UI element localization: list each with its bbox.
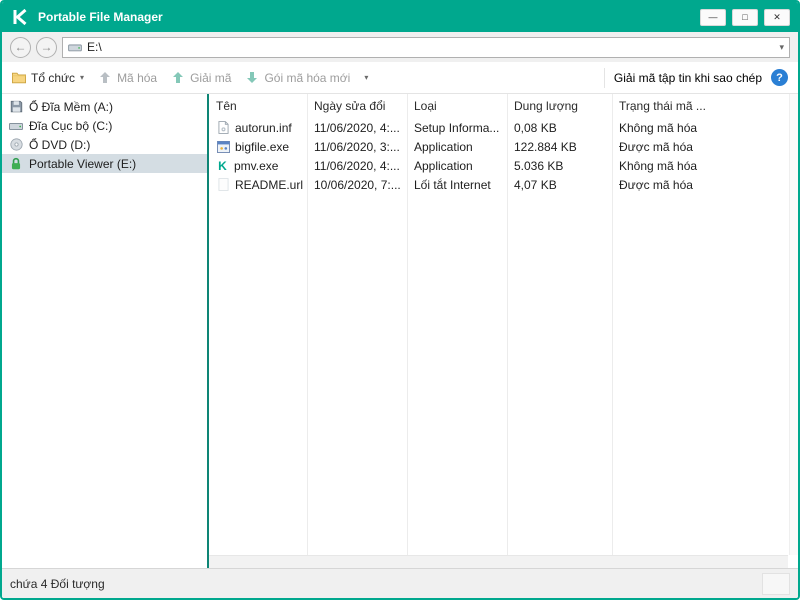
lock-icon (9, 157, 23, 170)
column-header-type[interactable]: Loại (407, 99, 507, 113)
content-area: Ổ Đĩa Mềm (A:) Đĩa Cục bộ (C:) Ổ DVD (D:… (2, 94, 798, 568)
file-type: Application (414, 139, 473, 154)
sidebar-item-floppy-a[interactable]: Ổ Đĩa Mềm (A:) (2, 97, 207, 116)
file-list: Tên Ngày sửa đổi Loại Dung lượng Trạng t… (209, 94, 798, 568)
new-package-label: Gói mã hóa mới (264, 70, 351, 85)
sidebar-item-label: Portable Viewer (E:) (29, 156, 137, 171)
column-separator (507, 94, 508, 555)
url-file-icon (216, 178, 230, 191)
toolbar-more-dropdown[interactable]: ▾ (364, 73, 368, 82)
file-name: pmv.exe (234, 158, 279, 173)
encrypt-button[interactable]: Mã hóa (98, 71, 157, 85)
drive-tree: Ổ Đĩa Mềm (A:) Đĩa Cục bộ (C:) Ổ DVD (D:… (2, 94, 207, 568)
title-bar[interactable]: Portable File Manager — □ ✕ (2, 2, 798, 32)
column-header-name[interactable]: Tên (209, 99, 307, 113)
address-dropdown-icon[interactable]: ▾ (779, 42, 784, 53)
application-file-icon (216, 140, 230, 153)
file-name: autorun.inf (235, 120, 292, 135)
new-package-arrow-icon (245, 71, 259, 84)
new-package-button[interactable]: Gói mã hóa mới (245, 71, 350, 85)
inf-file-icon (216, 121, 230, 134)
status-text: chứa 4 Đối tượng (10, 576, 105, 591)
toolbar: Tổ chức ▾ Mã hóa Giải mã Gói mã hóa mới … (2, 62, 798, 94)
back-button[interactable]: ← (10, 36, 31, 58)
minimize-button[interactable]: — (700, 8, 726, 26)
file-status: Không mã hóa (619, 120, 698, 135)
encrypt-label: Mã hóa (117, 70, 158, 85)
list-header: Tên Ngày sửa đổi Loại Dung lượng Trạng t… (209, 94, 798, 118)
close-button[interactable]: ✕ (764, 8, 790, 26)
file-modified: 10/06/2020, 7:... (314, 177, 401, 192)
drive-icon (68, 42, 82, 53)
table-row[interactable]: bigfile.exe 11/06/2020, 3:... Applicatio… (209, 137, 798, 156)
file-type: Application (414, 158, 473, 173)
kaspersky-logo-icon (10, 7, 30, 27)
file-status: Được mã hóa (619, 139, 693, 154)
file-status: Không mã hóa (619, 158, 698, 173)
sidebar-item-dvd-d[interactable]: Ổ DVD (D:) (2, 135, 207, 154)
navigation-bar: ← → E:\ ▾ (2, 32, 798, 62)
sidebar-item-label: Ổ DVD (D:) (29, 137, 91, 152)
file-name: bigfile.exe (235, 139, 290, 154)
file-name: README.url (235, 177, 304, 192)
organize-button[interactable]: Tổ chức ▾ (12, 71, 84, 85)
table-row[interactable]: autorun.inf 11/06/2020, 4:... Setup Info… (209, 118, 798, 137)
column-header-date[interactable]: Ngày sửa đổi (307, 99, 407, 113)
address-path: E:\ (87, 40, 102, 54)
sidebar-item-portable-viewer-e[interactable]: Portable Viewer (E:) (2, 154, 207, 173)
more-dropdown-icon: ▾ (364, 73, 369, 82)
organize-dropdown-icon: ▾ (80, 73, 85, 82)
column-header-size[interactable]: Dung lượng (507, 99, 612, 113)
status-bar: chứa 4 Đối tượng (2, 568, 798, 598)
window-title: Portable File Manager (38, 10, 163, 24)
local-disk-icon (9, 120, 23, 132)
folder-icon (12, 71, 26, 84)
table-row[interactable]: README.url 10/06/2020, 7:... Lối tắt Int… (209, 175, 798, 194)
file-status: Được mã hóa (619, 177, 693, 192)
column-separator (307, 94, 308, 555)
file-modified: 11/06/2020, 4:... (314, 120, 400, 135)
sidebar-item-label: Ổ Đĩa Mềm (A:) (29, 99, 114, 114)
toolbar-right-group: Giải mã tập tin khi sao chép ? (603, 62, 788, 93)
floppy-drive-icon (9, 100, 23, 113)
file-size: 5.036 KB (514, 158, 564, 173)
column-separator (407, 94, 408, 555)
horizontal-scrollbar[interactable] (209, 555, 788, 568)
sidebar-item-local-disk-c[interactable]: Đĩa Cục bộ (C:) (2, 116, 207, 135)
window-controls: — □ ✕ (700, 8, 790, 26)
file-size: 0,08 KB (514, 120, 557, 135)
toolbar-separator (603, 67, 605, 88)
kaspersky-k-icon: K (218, 158, 227, 173)
decrypt-button[interactable]: Giải mã (171, 71, 231, 85)
file-size: 4,07 KB (514, 177, 557, 192)
organize-label: Tổ chức (31, 70, 76, 85)
portable-file-manager-window: Portable File Manager — □ ✕ ← → E:\ ▾ Tổ… (0, 0, 800, 600)
file-type: Lối tắt Internet (414, 177, 491, 192)
file-modified: 11/06/2020, 3:... (314, 139, 400, 154)
dvd-drive-icon (9, 138, 23, 151)
address-bar[interactable]: E:\ ▾ (62, 36, 790, 58)
vertical-scrollbar[interactable] (789, 94, 798, 555)
decrypt-arrow-icon (171, 71, 185, 84)
sidebar-item-label: Đĩa Cục bộ (C:) (29, 118, 113, 133)
forward-button[interactable]: → (36, 36, 57, 58)
file-modified: 11/06/2020, 4:... (314, 158, 400, 173)
decrypt-on-copy-label: Giải mã tập tin khi sao chép (613, 70, 762, 85)
resize-grip[interactable] (762, 572, 790, 595)
column-header-status[interactable]: Trạng thái mã ... (612, 99, 798, 113)
file-size: 122.884 KB (514, 139, 577, 154)
file-type: Setup Informa... (414, 120, 500, 135)
maximize-button[interactable]: □ (732, 8, 758, 26)
encrypt-arrow-icon (98, 71, 112, 84)
column-separator (612, 94, 613, 555)
help-icon[interactable]: ? (771, 69, 788, 86)
table-row[interactable]: K pmv.exe 11/06/2020, 4:... Application … (209, 156, 798, 175)
decrypt-label: Giải mã (190, 70, 232, 85)
